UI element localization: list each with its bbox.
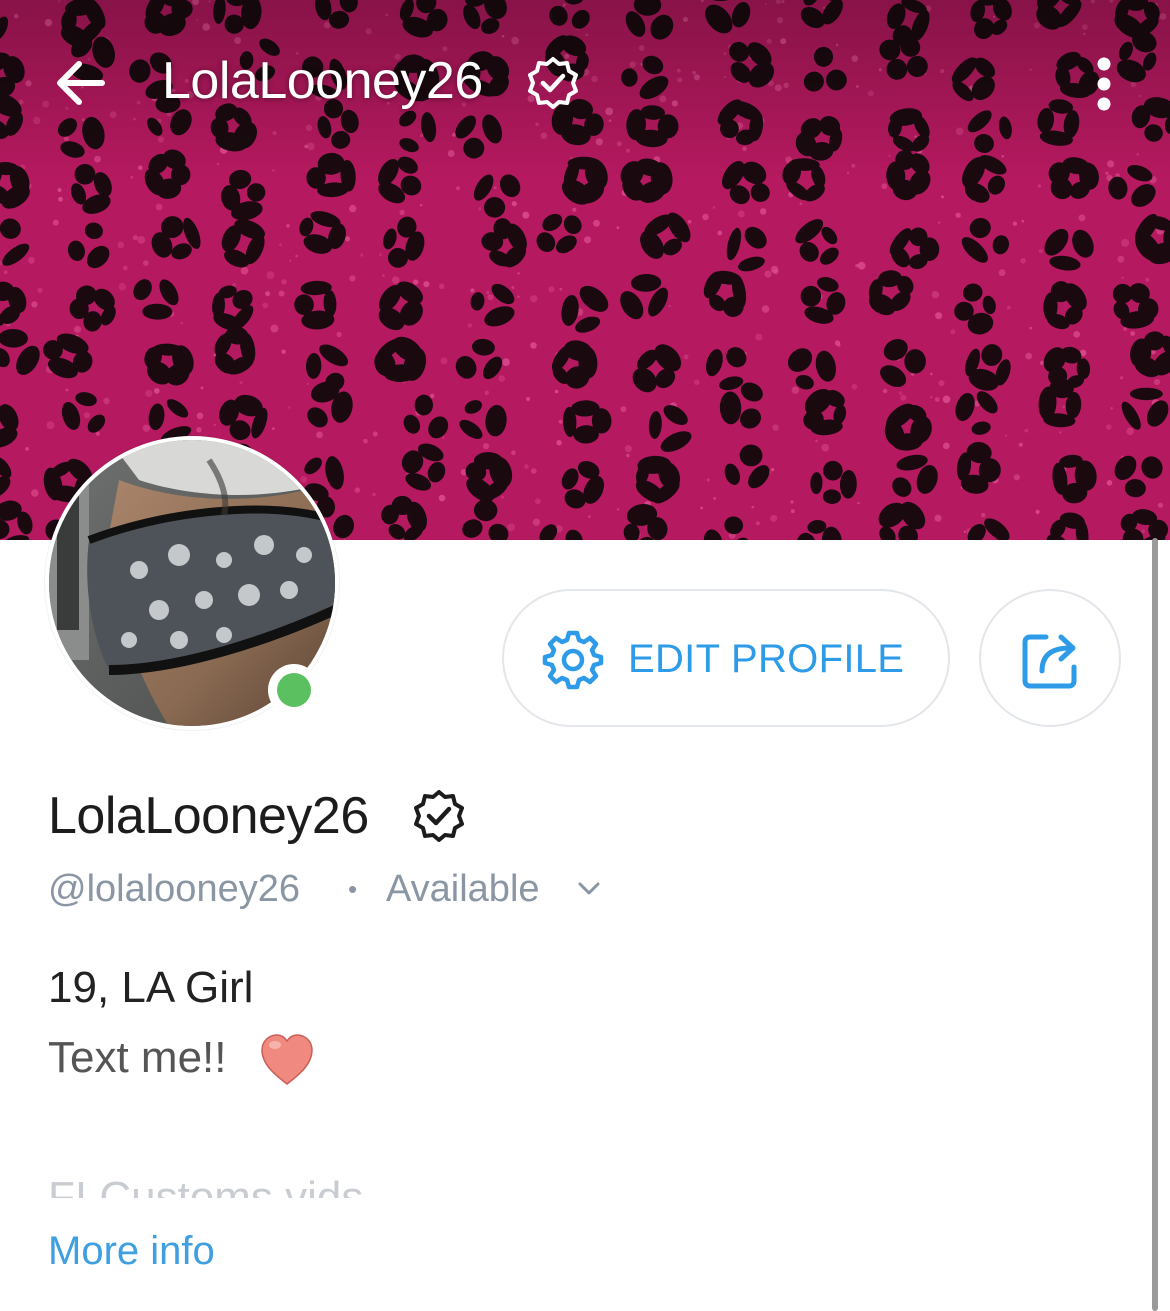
- verified-badge-icon: [414, 790, 464, 842]
- username-handle: @lolalooney26: [48, 868, 300, 910]
- more-menu-button[interactable]: [1076, 54, 1132, 114]
- gear-icon: [542, 630, 604, 690]
- bio-line-1: 19, LA Girl: [48, 963, 254, 1012]
- share-button[interactable]: [979, 589, 1121, 727]
- bio-truncated-line: FI Customs vids: [48, 1178, 388, 1198]
- header-title: LolaLooney26: [162, 52, 483, 110]
- share-icon: [1022, 634, 1077, 689]
- availability-status[interactable]: Available: [386, 864, 540, 914]
- more-vertical-icon: [1097, 57, 1111, 111]
- display-name: LolaLooney26: [48, 787, 369, 845]
- edit-profile-button[interactable]: EDIT PROFILE: [502, 589, 950, 727]
- more-info-link[interactable]: More info: [48, 1226, 215, 1276]
- verified-badge-icon: [528, 57, 578, 109]
- top-bar: LolaLooney26: [0, 0, 1170, 170]
- bio-truncated-text: FI Customs vids: [48, 1178, 388, 1198]
- online-status-dot: [268, 664, 320, 716]
- scrollbar[interactable]: [1152, 538, 1158, 1311]
- edit-profile-label: EDIT PROFILE: [628, 637, 905, 681]
- arrow-left-icon: [57, 61, 105, 105]
- bio-line-2: Text me!!: [48, 1033, 227, 1082]
- separator-dot: •: [348, 874, 358, 904]
- chevron-down-icon[interactable]: [576, 878, 602, 900]
- heart-icon: [261, 1034, 313, 1085]
- back-button[interactable]: [48, 50, 114, 116]
